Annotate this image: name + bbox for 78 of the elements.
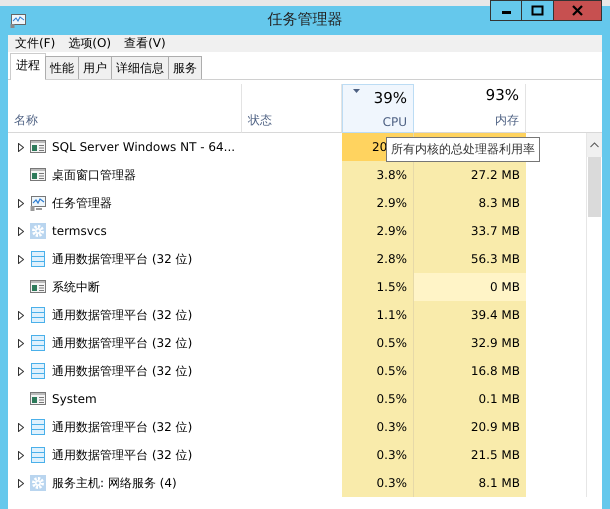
monitor-icon	[30, 195, 46, 211]
process-name: 服务主机: 网络服务 (4)	[52, 474, 177, 492]
menu-item[interactable]: 文件(F)	[10, 35, 60, 52]
maximize-button[interactable]	[522, 0, 554, 21]
cpu-cell: 1.1%	[342, 301, 414, 329]
cpu-cell: 0.5%	[342, 329, 414, 357]
list-icon	[30, 251, 46, 267]
column-label: CPU	[382, 115, 407, 129]
window-icon	[30, 139, 46, 155]
process-name: 通用数据管理平台 (32 位)	[52, 418, 192, 436]
window-icon	[30, 167, 46, 183]
memory-cell: 32.9 MB	[414, 329, 526, 357]
menu-item[interactable]: 选项(O)	[63, 35, 116, 52]
close-icon	[571, 5, 584, 16]
cpu-cell: 0.3%	[342, 469, 414, 497]
gear-icon	[30, 223, 46, 239]
list-icon	[30, 419, 46, 435]
list-icon	[30, 335, 46, 351]
cpu-cell: 0.5%	[342, 357, 414, 385]
app-icon	[10, 12, 27, 29]
tab[interactable]: 性能	[45, 56, 79, 79]
column-header[interactable]: 名称	[8, 84, 242, 133]
memory-cell: 0 MB	[414, 273, 526, 301]
window-icon	[30, 279, 46, 295]
memory-cell: 8.3 MB	[414, 189, 526, 217]
list-icon	[30, 363, 46, 379]
window-title: 任务管理器	[268, 10, 342, 28]
window-icon	[30, 391, 46, 407]
cpu-cell: 0.3%	[342, 441, 414, 469]
scrollbar-thumb[interactable]	[588, 157, 601, 217]
process-name: 任务管理器	[52, 194, 112, 212]
tab[interactable]: 服务	[168, 56, 202, 79]
process-name: 通用数据管理平台 (32 位)	[52, 334, 192, 352]
process-name: 通用数据管理平台 (32 位)	[52, 250, 192, 268]
process-name: 通用数据管理平台 (32 位)	[52, 362, 192, 380]
process-name: 桌面窗口管理器	[52, 166, 136, 184]
maximize-icon	[531, 5, 544, 16]
gear-icon	[30, 475, 46, 491]
tab[interactable]: 详细信息	[111, 56, 169, 79]
process-name: 系统中断	[52, 278, 100, 296]
memory-cell: 33.7 MB	[414, 217, 526, 245]
memory-cell: 21.5 MB	[414, 441, 526, 469]
column-total: 93%	[486, 86, 519, 104]
tab[interactable]: 用户	[78, 56, 112, 79]
memory-cell: 16.8 MB	[414, 357, 526, 385]
memory-cell: 0.1 MB	[414, 385, 526, 413]
process-name: termsvcs	[52, 224, 107, 238]
memory-cell: 8.1 MB	[414, 469, 526, 497]
cpu-cell: 0.5%	[342, 385, 414, 413]
memory-cell: 56.3 MB	[414, 245, 526, 273]
cpu-cell: 2.9%	[342, 217, 414, 245]
column-label: 状态	[248, 112, 273, 129]
chevron-up-icon	[590, 142, 599, 148]
cpu-cell: 2.8%	[342, 245, 414, 273]
list-icon	[30, 307, 46, 323]
column-label: 名称	[14, 112, 39, 129]
close-button[interactable]	[554, 0, 602, 21]
cpu-cell: 3.8%	[342, 161, 414, 189]
memory-cell: 27.2 MB	[414, 161, 526, 189]
process-name: 通用数据管理平台 (32 位)	[52, 306, 192, 324]
list-icon	[30, 447, 46, 463]
sort-icon	[353, 89, 360, 93]
column-header[interactable]: 39% CPU	[342, 84, 414, 133]
process-name: SQL Server Windows NT - 64...	[52, 140, 236, 154]
tooltip: 所有内核的总处理器利用率	[386, 137, 540, 162]
column-total: 39%	[374, 89, 407, 107]
cpu-cell: 0.3%	[342, 413, 414, 441]
menu-item[interactable]: 查看(V)	[119, 35, 171, 52]
cpu-cell: 1.5%	[342, 273, 414, 301]
memory-cell: 20.9 MB	[414, 413, 526, 441]
memory-cell: 39.4 MB	[414, 301, 526, 329]
process-name: 通用数据管理平台 (32 位)	[52, 446, 192, 464]
tab[interactable]: 进程	[10, 53, 46, 80]
column-label: 内存	[495, 112, 519, 129]
cpu-cell: 2.9%	[342, 189, 414, 217]
scroll-up-button[interactable]	[587, 133, 602, 157]
minimize-button[interactable]	[490, 0, 522, 21]
process-name: System	[52, 392, 97, 406]
